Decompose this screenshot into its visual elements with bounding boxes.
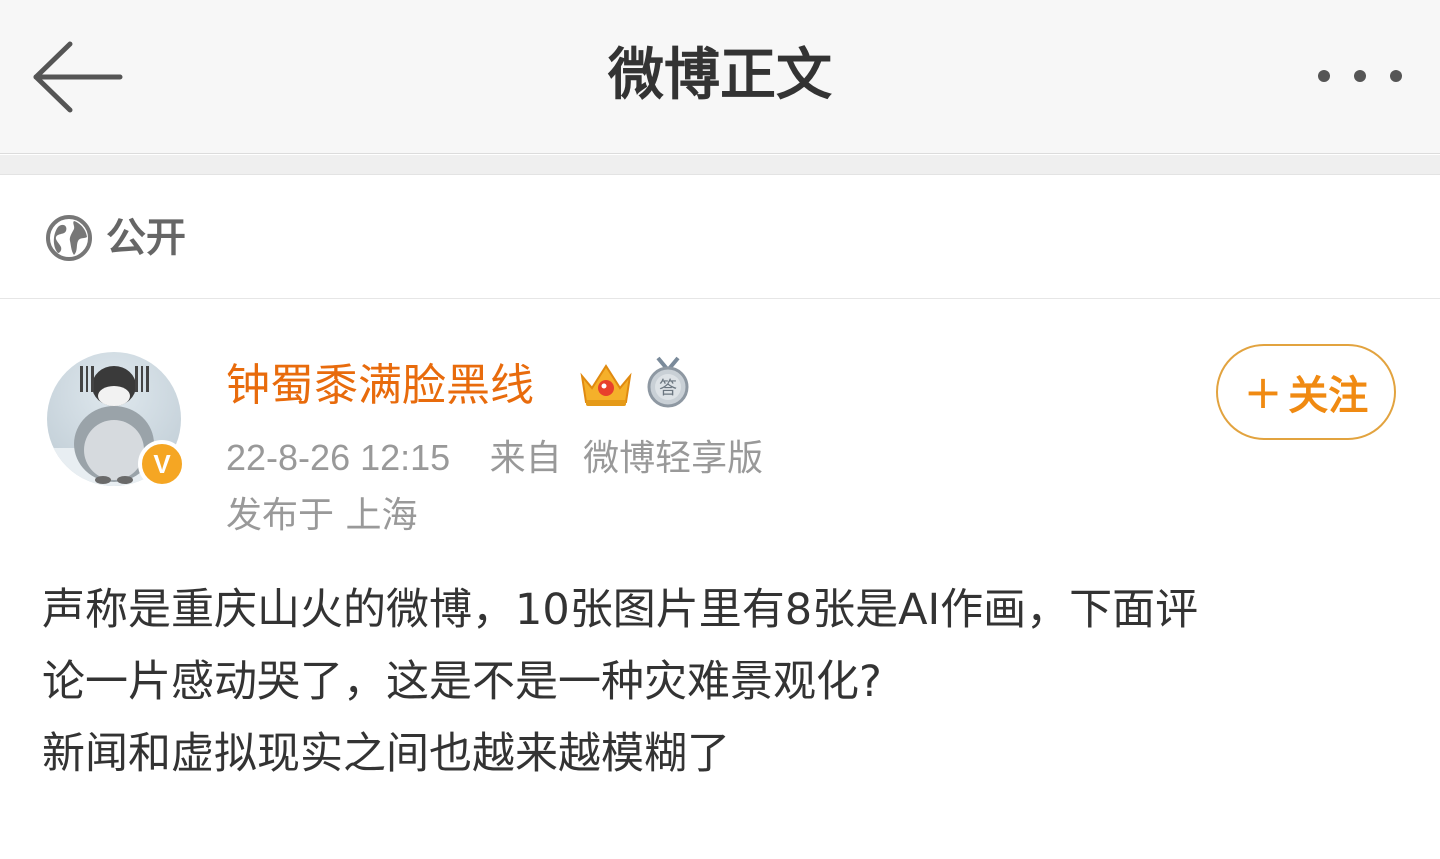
post-timestamp: 22-8-26 12:15: [226, 437, 451, 478]
verified-badge: V: [138, 440, 186, 488]
follow-label: 关注: [1288, 373, 1369, 419]
top-nav-bar: 微博正文: [0, 0, 1440, 154]
source-prefix: 来自: [489, 438, 562, 479]
follow-button[interactable]: + 关注: [1216, 344, 1396, 440]
more-options-button[interactable]: [1310, 56, 1414, 96]
location-value: 上海: [345, 495, 418, 536]
location-prefix: 发布于: [226, 495, 335, 536]
post-body-line: 声称是重庆山火的微博，10张图片里有8张是AI作画，下面评: [42, 585, 1199, 635]
post-source[interactable]: 微博轻享版: [583, 438, 763, 479]
post-body-line: 新闻和虚拟现实之间也越来越模糊了: [42, 729, 730, 779]
visibility-label: 公开: [106, 215, 186, 261]
crown-icon: [580, 364, 632, 406]
post-body: 声称是重庆山火的微博，10张图片里有8张是AI作画，下面评 论一片感动哭了，这是…: [42, 574, 1402, 790]
medal-answer-icon: 答: [647, 356, 689, 408]
post-body-line: 论一片感动哭了，这是不是一种灾难景观化?: [42, 657, 882, 707]
author-name[interactable]: 钟蜀黍满脸黑线: [226, 356, 534, 416]
post-location: 发布于 上海: [226, 492, 417, 540]
section-divider: [0, 155, 1440, 175]
post-meta: 22-8-26 12:15 来自 微博轻享版: [226, 434, 763, 483]
visibility-row: [0, 176, 1440, 299]
page-title: 微博正文: [608, 43, 832, 108]
more-dots-icon: [1318, 70, 1402, 82]
plus-icon: +: [1243, 365, 1283, 419]
svg-text:答: 答: [659, 378, 677, 399]
globe-icon: [46, 215, 92, 261]
